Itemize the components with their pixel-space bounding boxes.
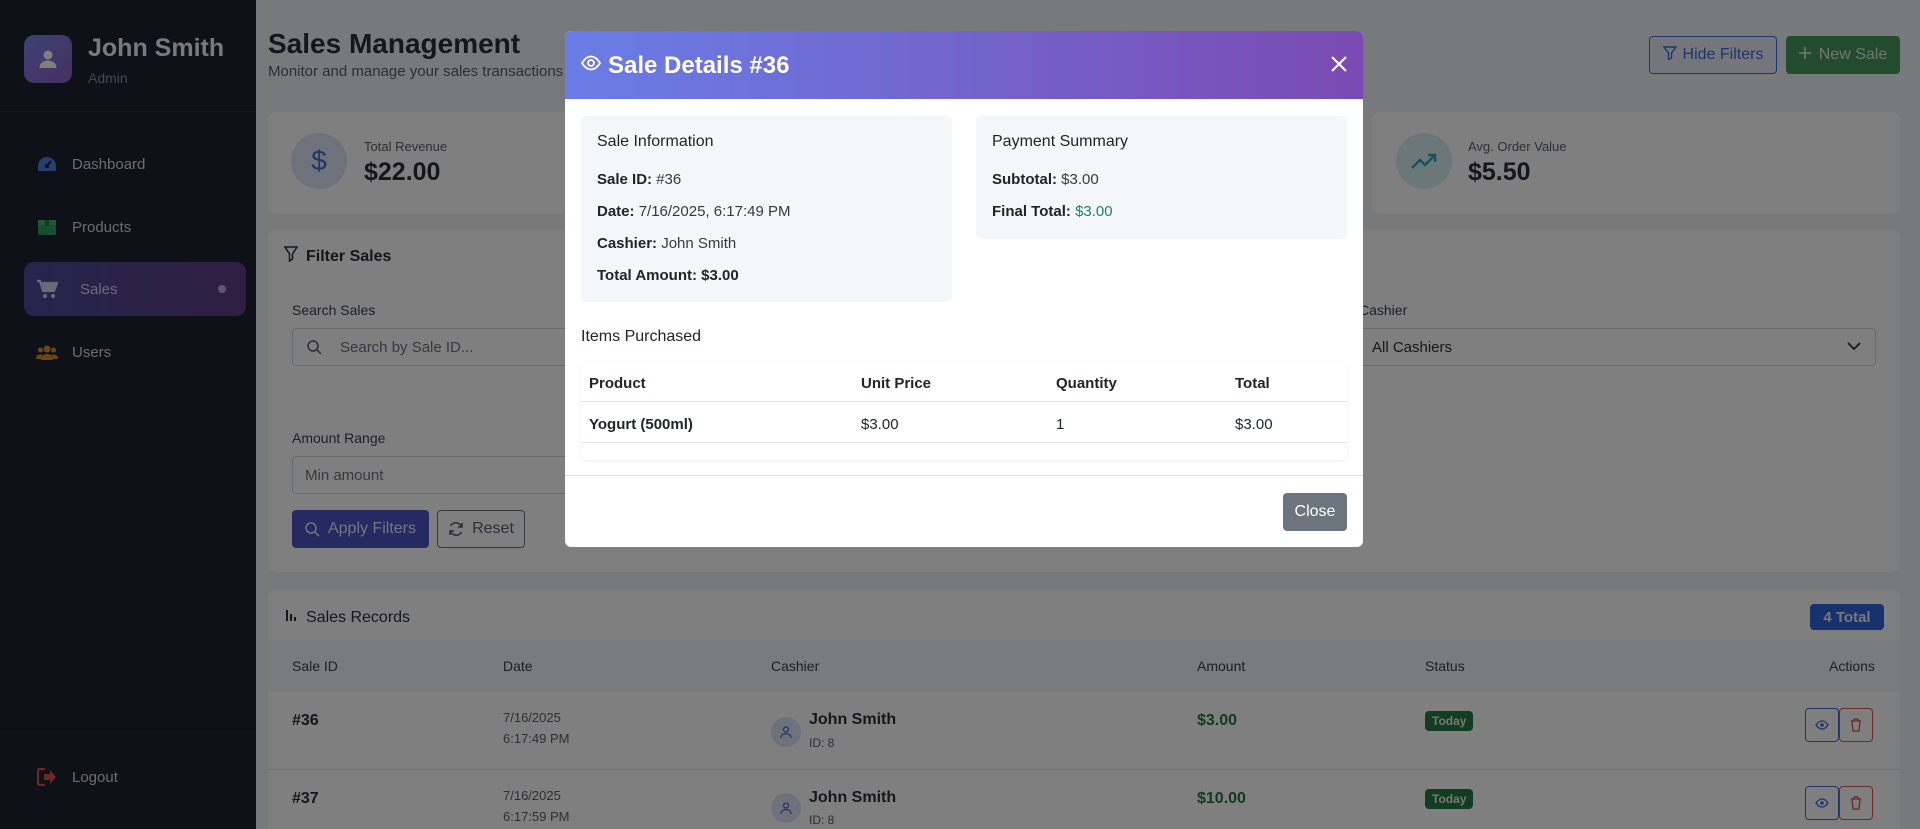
subtotal-line: Subtotal: $3.00 [992,171,1099,188]
item-unit-price-cell: $3.00 [861,416,899,433]
sale-id-label: Sale ID: [597,171,653,188]
items-column-total: Total [1235,375,1270,392]
total-amount-line: Total Amount: $3.00 [597,267,739,284]
cashier-label: Cashier: [597,235,658,252]
items-header-divider [581,401,1347,402]
eye-icon [580,55,602,76]
close-icon[interactable] [1327,52,1351,76]
final-total-value: $3.00 [1075,203,1113,220]
cashier-value: John Smith [661,235,737,252]
payment-summary-panel: Payment Summary Subtotal: $3.00 Final To… [976,116,1347,239]
sale-information-panel: Sale Information Sale ID: #36 Date: 7/16… [581,116,952,302]
modal-title: Sale Details #36 [608,52,790,79]
item-quantity-cell: 1 [1056,416,1065,433]
date-line: Date: 7/16/2025, 6:17:49 PM [597,203,790,220]
sale-id-line: Sale ID: #36 [597,171,681,188]
items-column-unit-price: Unit Price [861,375,932,392]
cashier-line: Cashier: John Smith [597,235,736,252]
items-column-product: Product [589,375,646,392]
total-amount-value: $3.00 [701,267,739,284]
payment-summary-heading: Payment Summary [992,133,1129,150]
sale-id-value: #36 [656,171,682,188]
item-product-cell: Yogurt (500ml) [589,416,693,433]
subtotal-label: Subtotal: [992,171,1057,188]
modal-header: Sale Details #36 [565,31,1363,99]
item-total-cell: $3.00 [1235,416,1273,433]
total-amount-label: Total Amount: [597,267,697,284]
date-value: 7/16/2025, 6:17:49 PM [638,203,791,220]
modal-footer-divider [565,475,1363,476]
items-row-divider [581,442,1347,443]
items-column-quantity: Quantity [1056,375,1117,392]
close-button[interactable]: Close [1283,493,1347,531]
final-total-line: Final Total: $3.00 [992,203,1113,220]
sale-details-modal: Sale Details #36 Sale Information Sale I… [565,31,1363,547]
final-total-label: Final Total: [992,203,1071,220]
date-label: Date: [597,203,635,220]
subtotal-value: $3.00 [1061,171,1099,188]
items-table: Product Unit Price Quantity Total Yogurt… [581,361,1347,460]
sale-information-heading: Sale Information [597,133,714,150]
items-purchased-heading: Items Purchased [581,328,702,345]
